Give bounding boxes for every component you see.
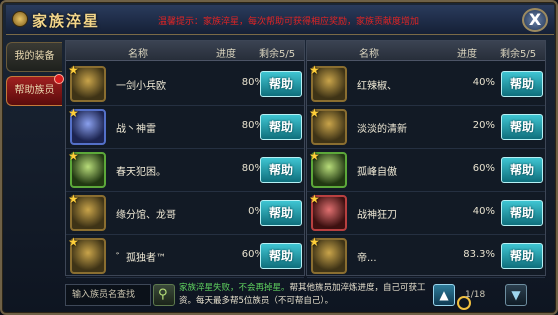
member-avatar: ★ (309, 235, 347, 274)
member-progress: 60% (241, 249, 264, 260)
member-avatar: ★ (309, 63, 347, 102)
member-name: 孤峰自傲 (357, 167, 397, 178)
member-row: ★ 战神狂刀 40% 帮助 (307, 192, 545, 235)
member-row: ★ 帝... 83.3% 帮助 (307, 235, 545, 278)
member-avatar: ★ (68, 106, 106, 145)
tip-highlight: 家族淬星失败，不会再掉星。 (179, 283, 290, 293)
help-button[interactable]: 帮助 (501, 71, 543, 97)
col-remaining: 剩余5/5 (500, 49, 537, 60)
member-progress: 40% (472, 206, 495, 217)
bottom-bar: ⚲ 家族淬星失败，不会再掉星。帮其他族员加淬炼进度，自己可获工资。每天最多帮5位… (65, 282, 546, 310)
star-icon: ★ (309, 106, 320, 120)
emblem-icon (12, 11, 28, 27)
member-name: 战丶神雷 (116, 124, 156, 135)
member-row: ★ 战丶神雷 80% 帮助 (66, 106, 304, 149)
help-button[interactable]: 帮助 (260, 243, 302, 269)
member-row: ★ 春天犯困。 80% 帮助 (66, 149, 304, 192)
magnifier-icon: ⚲ (158, 287, 168, 302)
star-icon: ★ (309, 235, 320, 249)
member-progress: 60% (472, 163, 495, 174)
list-header: 名称 进度 剩余5/5 (66, 41, 304, 61)
list-header: 名称 进度 剩余5/5 (307, 41, 545, 61)
help-button[interactable]: 帮助 (260, 114, 302, 140)
member-row: ★ 缘分馆、龙哥 0% 帮助 (66, 192, 304, 235)
arrow-down-icon: ▼ (511, 288, 521, 302)
window-title: 家族淬星 (32, 12, 101, 30)
notice-text: 温馨提示：家族淬星，每次帮助可获得相应奖励，家族贡献度增加 (158, 17, 420, 27)
star-icon: ★ (68, 235, 79, 249)
member-list-right: 名称 进度 剩余5/5 ★ 红辣椒、 40% 帮助 ★ 淡淡的清新 20% 帮助 ★ 孤峰自傲 60… (306, 40, 546, 278)
help-button[interactable]: 帮助 (501, 114, 543, 140)
help-button[interactable]: 帮助 (260, 71, 302, 97)
help-button[interactable]: 帮助 (501, 200, 543, 226)
col-progress: 进度 (457, 49, 477, 60)
member-row: ★ 淡淡的清新 20% 帮助 (307, 106, 545, 149)
member-row: ★ 孤峰自傲 60% 帮助 (307, 149, 545, 192)
member-progress: 40% (472, 77, 495, 88)
star-icon: ★ (68, 192, 79, 206)
member-name: 战神狂刀 (357, 210, 397, 221)
col-name: 名称 (128, 49, 148, 60)
member-name: ゛孤独者™ (116, 253, 166, 264)
member-row: ★ ゛孤独者™ 60% 帮助 (66, 235, 304, 278)
member-name: 缘分馆、龙哥 (116, 210, 176, 221)
member-avatar: ★ (309, 192, 347, 231)
close-button[interactable]: X (522, 8, 548, 32)
star-icon: ★ (68, 63, 79, 77)
family-star-window: 家族淬星 温馨提示：家族淬星，每次帮助可获得相应奖励，家族贡献度增加 X 我的装… (0, 0, 558, 315)
page-down-button[interactable]: ▼ (505, 284, 527, 306)
col-progress: 进度 (216, 49, 236, 60)
star-icon: ★ (68, 106, 79, 120)
member-row: ★ 红辣椒、 40% 帮助 (307, 63, 545, 106)
title-bar: 家族淬星 温馨提示：家族淬星，每次帮助可获得相应奖励，家族贡献度增加 X (6, 5, 554, 35)
member-avatar: ★ (309, 106, 347, 145)
member-avatar: ★ (68, 235, 106, 274)
tab-label: 帮助族员 (14, 85, 55, 96)
member-avatar: ★ (309, 149, 347, 188)
page-up-button[interactable]: ▲ (433, 284, 455, 306)
arrow-up-icon: ▲ (439, 288, 449, 302)
search-button[interactable]: ⚲ (153, 284, 175, 306)
page-indicator: 1/18 (465, 290, 486, 300)
member-progress: 80% (241, 120, 264, 131)
notification-badge (54, 74, 64, 84)
col-remaining: 剩余5/5 (259, 49, 296, 60)
help-button[interactable]: 帮助 (260, 200, 302, 226)
help-button[interactable]: 帮助 (501, 243, 543, 269)
member-list-left: 名称 进度 剩余5/5 ★ 一剑小兵欧 80% 帮助 ★ 战丶神雷 80% 帮助 ★ 春天犯困。 8… (65, 40, 305, 278)
star-icon: ★ (309, 149, 320, 163)
member-row: ★ 一剑小兵欧 80% 帮助 (66, 63, 304, 106)
member-name: 淡淡的清新 (357, 124, 407, 135)
member-progress: 80% (241, 77, 264, 88)
tab-label: 我的装备 (14, 51, 55, 62)
col-name: 名称 (359, 49, 379, 60)
star-icon: ★ (309, 192, 320, 206)
member-progress: 0% (248, 206, 264, 217)
member-progress: 83.3% (463, 249, 495, 260)
member-search-input[interactable] (65, 284, 151, 306)
member-name: 春天犯困。 (116, 167, 166, 178)
star-icon: ★ (309, 63, 320, 77)
member-name: 一剑小兵欧 (116, 81, 166, 92)
member-name: 帝... (357, 253, 377, 264)
member-name: 红辣椒、 (357, 81, 397, 92)
help-tip: 家族淬星失败，不会再掉星。帮其他族员加淬炼进度，自己可获工资。每天最多帮5位族员… (179, 282, 441, 308)
member-progress: 20% (472, 120, 495, 131)
help-button[interactable]: 帮助 (260, 157, 302, 183)
close-icon: X (528, 10, 542, 29)
member-avatar: ★ (68, 63, 106, 102)
member-avatar: ★ (68, 149, 106, 188)
tab-my-equipment[interactable]: 我的装备 (6, 42, 62, 72)
help-button[interactable]: 帮助 (501, 157, 543, 183)
member-avatar: ★ (68, 192, 106, 231)
member-progress: 80% (241, 163, 264, 174)
star-icon: ★ (68, 149, 79, 163)
